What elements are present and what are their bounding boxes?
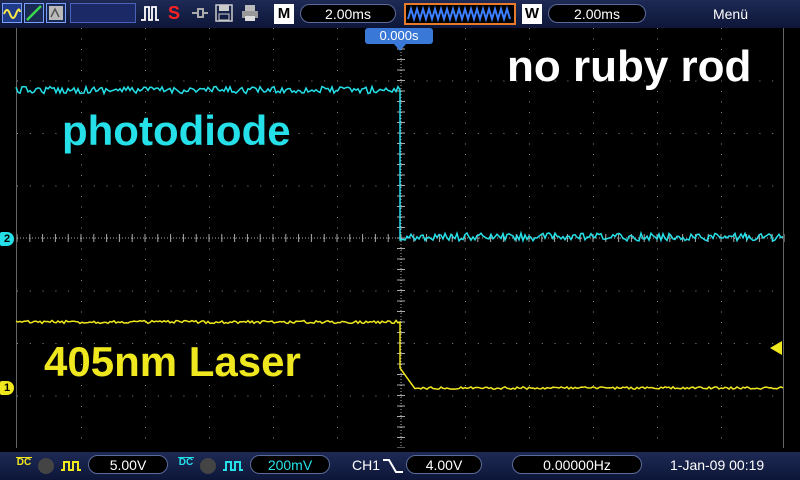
ch2-coupling-label: DC — [178, 457, 194, 468]
main-timebase-value[interactable]: 2.00ms — [300, 4, 396, 23]
acquire-panel[interactable] — [70, 3, 136, 23]
cursor-icon[interactable] — [24, 3, 44, 23]
ch1-coupling-label: DC — [16, 457, 32, 468]
probe-icon[interactable] — [190, 3, 210, 23]
pulse-icon[interactable] — [140, 3, 160, 23]
ch1-bandwidth-icon[interactable] — [38, 458, 54, 474]
save-icon[interactable] — [214, 3, 234, 23]
ch1-marker[interactable]: 1 — [0, 381, 14, 395]
print-icon[interactable] — [240, 3, 260, 23]
window-timebase-value[interactable]: 2.00ms — [548, 4, 646, 23]
datetime: 1-Jan-09 00:19 — [670, 457, 765, 473]
bottom-status-bar: DC 5.00V DC 200mV CH1 4.00V 0.00000Hz 1-… — [0, 452, 800, 480]
frequency-value: 0.00000Hz — [512, 455, 642, 474]
main-timebase-button[interactable]: M — [274, 4, 294, 24]
annotation-no-ruby-rod: no ruby rod — [507, 42, 752, 91]
ch2-invert-icon[interactable] — [222, 458, 244, 479]
ch2-marker[interactable]: 2 — [0, 232, 14, 246]
trigger-source[interactable]: CH1 — [352, 455, 380, 475]
ch1-coupling-badge[interactable]: DC — [14, 457, 34, 475]
trigger-edge-icon[interactable] — [382, 457, 404, 480]
window-timebase-button[interactable]: W — [522, 4, 542, 24]
menu-button[interactable]: Menü — [713, 6, 748, 22]
single-trigger-icon[interactable]: S — [164, 3, 184, 23]
trigger-level-value[interactable]: 4.00V — [406, 455, 482, 474]
annotation-photodiode: photodiode — [62, 107, 291, 154]
ch1-invert-icon[interactable] — [60, 458, 82, 479]
trigger-level-marker[interactable] — [770, 341, 782, 355]
top-toolbar: S M 2.00ms W 2.00ms Menü — [0, 0, 800, 28]
ch1-scale-value[interactable]: 5.00V — [88, 455, 168, 474]
waveform-icon[interactable] — [2, 3, 22, 23]
ch2-bandwidth-icon[interactable] — [200, 458, 216, 474]
ch2-scale-value[interactable]: 200mV — [250, 455, 330, 474]
ch2-coupling-badge[interactable]: DC — [176, 457, 196, 475]
trigger-time-marker[interactable]: 0.000s — [365, 28, 433, 44]
annotation-laser: 405nm Laser — [44, 338, 301, 385]
waveform-overview[interactable] — [404, 3, 516, 25]
display-icon[interactable] — [46, 3, 66, 23]
trigger-position-icon — [394, 44, 406, 51]
